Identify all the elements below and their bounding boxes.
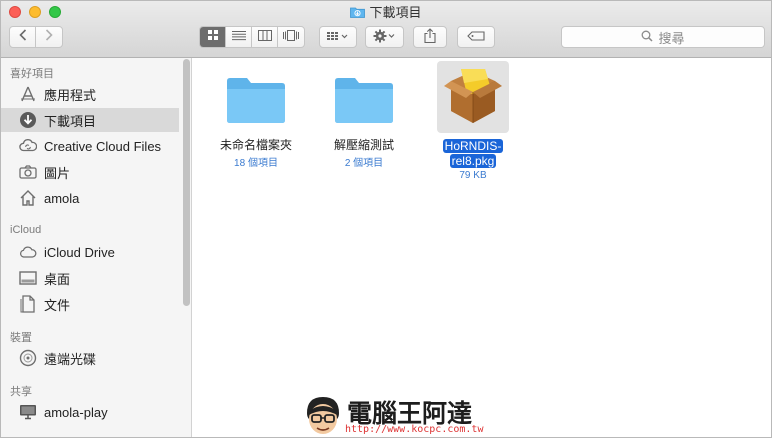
home-icon: [19, 189, 37, 207]
package-icon: [437, 61, 509, 133]
title-bar: 下載項目 搜尋: [1, 1, 771, 58]
sidebar-item-applications[interactable]: 應用程式: [1, 82, 179, 106]
file-name: HoRNDIS-rel8.pkg: [425, 139, 521, 169]
sidebar-item-label: iCloud Drive: [44, 244, 115, 260]
disc-icon: [19, 349, 37, 367]
sidebar-item-pictures[interactable]: 圖片: [1, 160, 179, 184]
view-mode-control: [199, 26, 305, 48]
file-browser: 未命名檔案夾 18 個項目 解壓縮測試 2 個項目 HoRNDIS- rel8.…: [193, 58, 771, 437]
search-icon: [641, 30, 654, 45]
file-name: 未命名檔案夾: [219, 138, 292, 152]
window-title: 下載項目: [1, 4, 771, 22]
sidebar-heading-shared: 共享: [10, 386, 32, 398]
arrange-button[interactable]: [319, 26, 357, 48]
sidebar-heading-devices: 裝置: [10, 332, 32, 344]
sidebar-item-label: 下載項目: [44, 113, 97, 129]
folder-icon: [220, 68, 292, 132]
file-item-package[interactable]: HoRNDIS-rel8.pkg 79 KB: [425, 61, 521, 181]
creative-cloud-icon: [19, 137, 37, 155]
forward-button[interactable]: [36, 27, 62, 47]
search-field[interactable]: 搜尋: [561, 26, 765, 48]
sidebar-item-documents[interactable]: 文件: [1, 292, 179, 316]
arrange-grid-icon: [327, 30, 349, 45]
sidebar-item-desktop[interactable]: 桌面: [1, 266, 179, 290]
sidebar-item-icloud-drive[interactable]: iCloud Drive: [1, 240, 179, 264]
file-item-folder-1[interactable]: 未命名檔案夾 18 個項目: [208, 68, 304, 169]
sidebar-item-home[interactable]: amola: [1, 186, 179, 210]
sidebar-item-label: 圖片: [44, 165, 71, 181]
finder-window: 下載項目 搜尋 喜好項目 應用程式 下載項目 Creative Cloud Fi…: [0, 0, 772, 438]
action-button[interactable]: [365, 26, 404, 48]
back-button[interactable]: [10, 27, 36, 47]
sidebar-item-label: 遠端光碟: [44, 351, 97, 367]
share-button[interactable]: [413, 26, 447, 48]
sidebar-item-label: 桌面: [44, 271, 71, 287]
file-item-folder-2[interactable]: 解壓縮測試 2 個項目: [316, 68, 412, 169]
cover-flow-view-button[interactable]: [278, 27, 304, 47]
sidebar-heading-icloud: iCloud: [10, 224, 42, 236]
cover-flow-icon: [283, 28, 299, 46]
watermark-url: http://www.kocpc.com.tw: [345, 424, 484, 435]
computer-icon: [19, 403, 37, 421]
window-title-text: 下載項目: [369, 5, 422, 20]
file-meta: 2 個項目: [344, 158, 384, 169]
sidebar-item-downloads[interactable]: 下載項目: [1, 108, 179, 132]
watermark: 電腦王阿達 http://www.kocpc.com.tw: [301, 391, 484, 437]
sidebar-item-remote-disc[interactable]: 遠端光碟: [1, 346, 179, 370]
search-placeholder: 搜尋: [658, 30, 685, 46]
gear-icon: [373, 29, 397, 46]
chevron-right-icon: [45, 28, 53, 46]
downloads-icon: [19, 111, 37, 129]
downloads-folder-icon: [350, 5, 366, 18]
sidebar-item-amola-play[interactable]: amola-play: [1, 400, 179, 424]
sidebar-item-label: 文件: [44, 297, 71, 313]
grid-icon: [207, 28, 219, 46]
list-icon: [231, 28, 246, 46]
navigation-buttons: [9, 26, 63, 48]
tag-icon: [467, 30, 485, 44]
chevron-left-icon: [18, 28, 27, 46]
columns-icon: [257, 28, 272, 46]
sidebar-item-label: Creative Cloud Files: [44, 138, 162, 154]
cloud-icon: [19, 243, 37, 261]
icon-view-button[interactable]: [200, 27, 226, 47]
file-name: 解壓縮測試: [333, 138, 394, 152]
list-view-button[interactable]: [226, 27, 252, 47]
document-icon: [19, 295, 37, 313]
share-icon: [424, 28, 436, 46]
sidebar-item-label: amola-play: [44, 404, 108, 420]
desktop-icon: [19, 269, 37, 287]
sidebar: 喜好項目 應用程式 下載項目 Creative Cloud Files 圖片 a…: [1, 58, 192, 437]
sidebar-item-label: 應用程式: [44, 87, 97, 103]
file-name-line-2: rel8.pkg: [449, 154, 497, 168]
file-meta: 18 個項目: [234, 158, 278, 169]
mascot-logo: [301, 393, 345, 437]
camera-icon: [19, 163, 37, 181]
sidebar-item-label: amola: [44, 190, 80, 206]
file-meta: 79 KB: [459, 170, 487, 181]
applications-icon: [19, 85, 37, 103]
sidebar-heading-favorites: 喜好項目: [10, 68, 54, 80]
column-view-button[interactable]: [252, 27, 278, 47]
file-name-line-1: HoRNDIS-: [442, 139, 504, 153]
edit-tags-button[interactable]: [457, 26, 495, 48]
sidebar-item-creative-cloud[interactable]: Creative Cloud Files: [1, 134, 179, 158]
sidebar-scrollbar[interactable]: [183, 59, 190, 306]
folder-icon: [328, 68, 400, 132]
